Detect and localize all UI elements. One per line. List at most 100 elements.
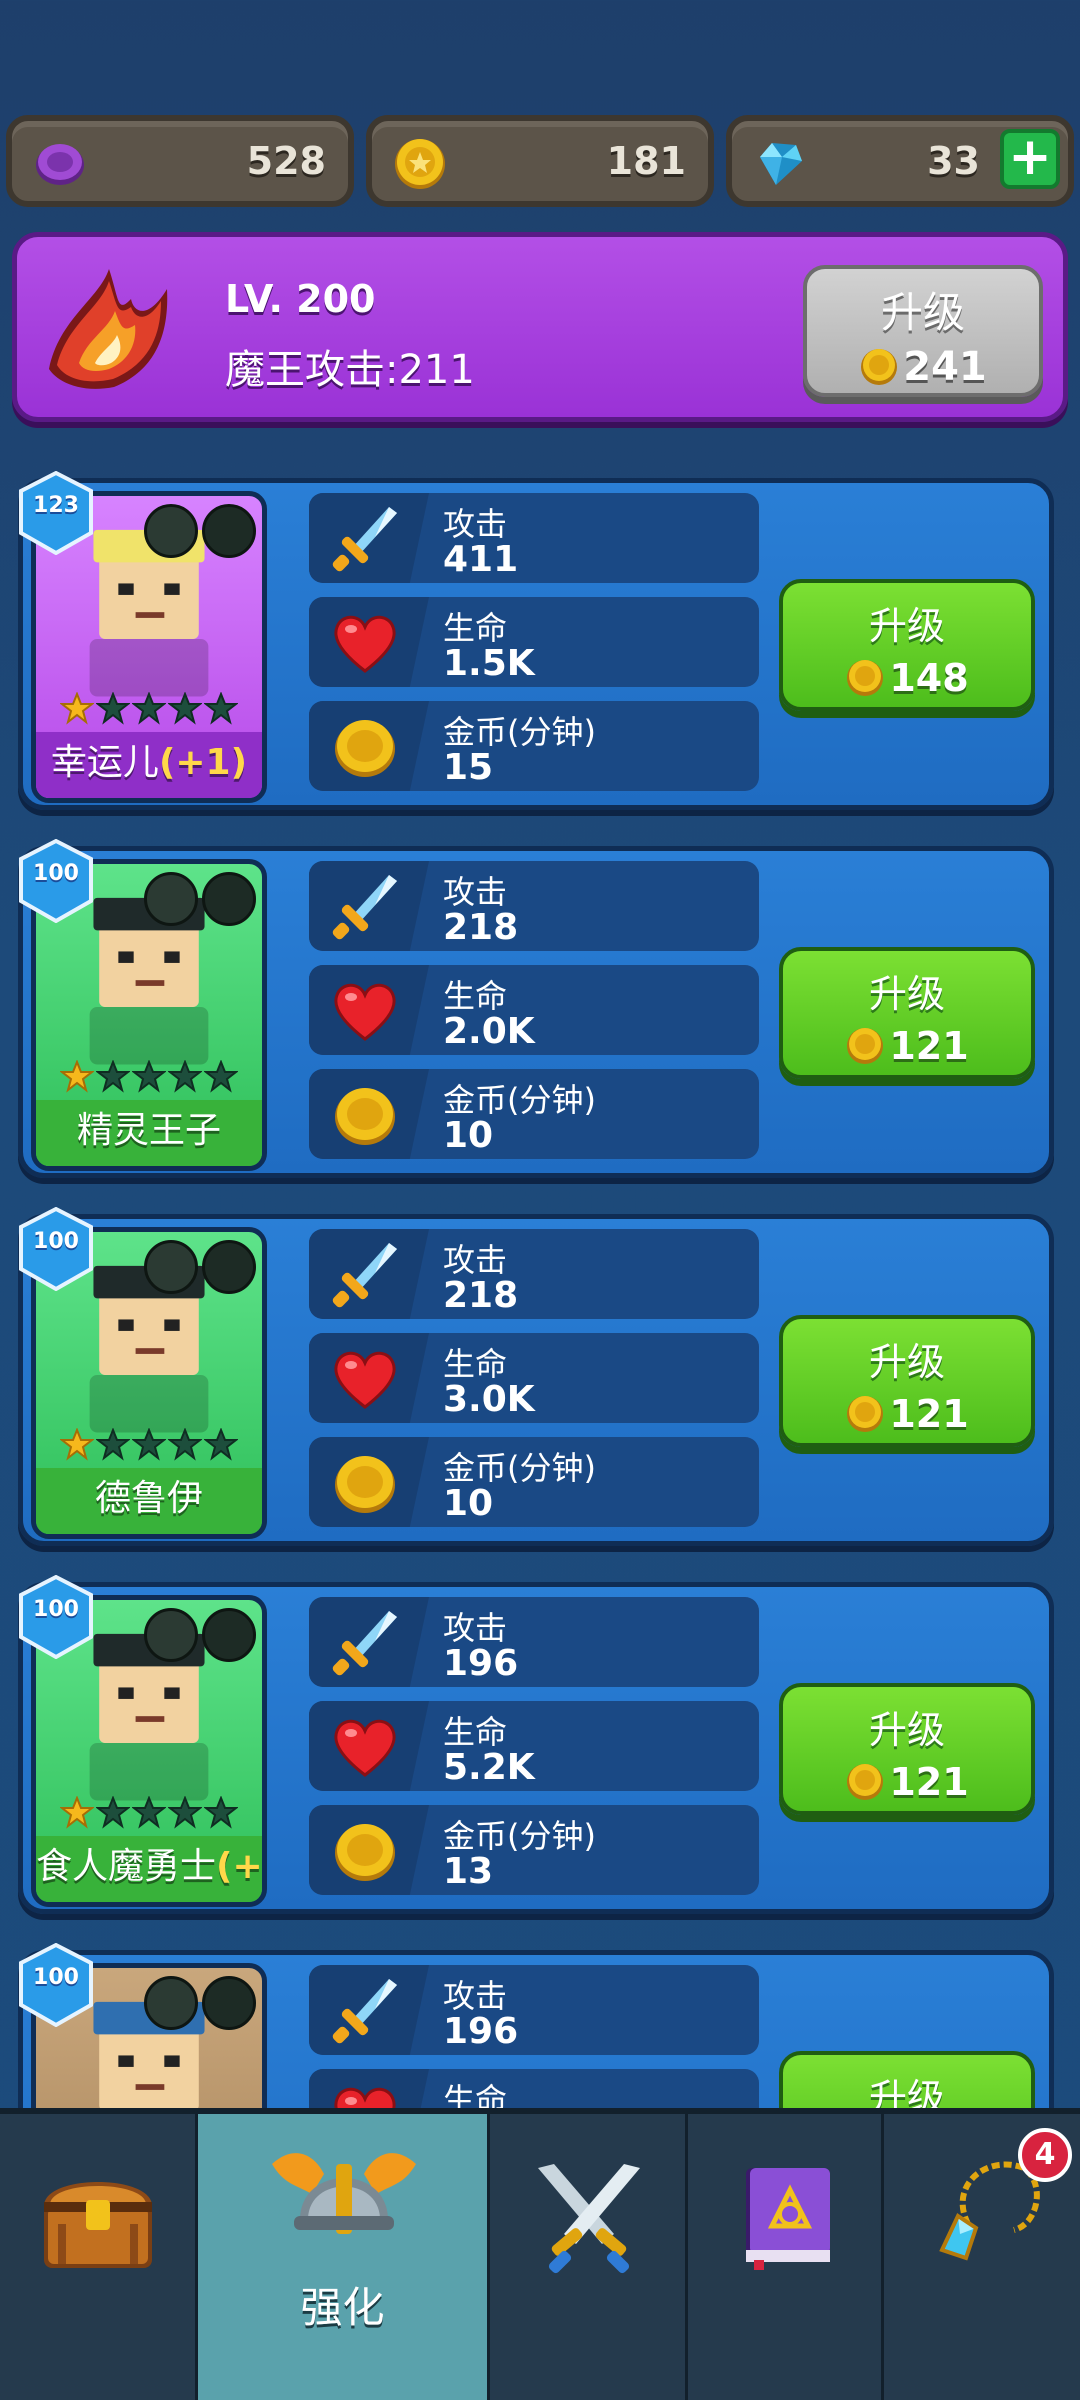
- upgrade-label: 升级: [868, 1340, 945, 1384]
- hero-upgrade-button[interactable]: 升级 121: [779, 1315, 1035, 1447]
- hp-value: 3.0K: [443, 1379, 535, 1420]
- stat-hp: 生命 2.0K: [309, 965, 759, 1055]
- upgrade-label: 升级: [868, 1708, 945, 1752]
- upgrade-label: 升级: [868, 604, 945, 648]
- hero-name: 精灵王子: [36, 1100, 262, 1166]
- tab-amulet[interactable]: 4: [884, 2114, 1080, 2400]
- star-empty-icon: [203, 1059, 239, 1093]
- coin-icon: [847, 1764, 884, 1800]
- star-empty-icon: [167, 691, 203, 725]
- stat-attack: 攻击 411: [309, 493, 759, 583]
- hero-stars: [59, 1795, 240, 1832]
- stat-attack: 攻击 196: [309, 1597, 759, 1687]
- gold-value: 15: [443, 747, 494, 788]
- gold-value: 13: [443, 1851, 494, 1892]
- resource-gold: 181: [366, 115, 714, 207]
- weapon-type-icon: [202, 1240, 256, 1294]
- boss-upgrade-button[interactable]: 升级 241: [803, 265, 1043, 397]
- stat-attack: 攻击 218: [309, 861, 759, 951]
- notification-badge: 4: [1018, 2128, 1072, 2182]
- tab-upgrade-label: 强化: [300, 2283, 385, 2332]
- attack-value: 218: [443, 1275, 519, 1316]
- class-icon: [144, 1240, 198, 1294]
- gold-value: 10: [443, 1115, 494, 1156]
- hero-card: 德鲁伊 100 攻击 218 生命 3.0K 金币(分钟) 10 升级 121: [18, 1207, 1054, 1546]
- crossed-swords-icon: [538, 2164, 640, 2274]
- tab-battle[interactable]: [490, 2114, 688, 2400]
- resource-diamond: 33 +: [726, 115, 1074, 207]
- level-badge-icon: [19, 839, 93, 923]
- gold-count: 181: [606, 139, 686, 183]
- hero-upgrade-button[interactable]: 升级 121: [779, 947, 1035, 1079]
- hp-value: 5.2K: [443, 1747, 535, 1788]
- attack-value: 411: [443, 539, 519, 580]
- weapon-type-icon: [202, 1608, 256, 1662]
- star-filled-icon: [59, 1427, 95, 1461]
- hero-name: 幸运儿(+1): [36, 732, 262, 798]
- star-empty-icon: [95, 1059, 131, 1093]
- class-icon: [144, 872, 198, 926]
- attack-value: 218: [443, 907, 519, 948]
- hero-name: 食人魔勇士(+1): [36, 1836, 262, 1902]
- fire-claw-icon: [49, 269, 168, 389]
- gold-coin-icon: [335, 1088, 395, 1145]
- class-icon: [144, 504, 198, 558]
- boss-upgrade-cost: 241: [903, 344, 987, 390]
- attack-value: 196: [443, 1643, 519, 1684]
- add-diamond-button[interactable]: +: [1000, 129, 1060, 189]
- purple-gem-icon: [36, 144, 84, 185]
- tab-upgrade[interactable]: 强化: [198, 2114, 490, 2400]
- boss-attack: 魔王攻击:211: [225, 347, 475, 393]
- gold-coin-icon: [395, 139, 445, 189]
- stat-hp: 生命 1.5K: [309, 597, 759, 687]
- weapon-type-icon: [202, 504, 256, 558]
- star-filled-icon: [59, 691, 95, 725]
- hero-stars: [59, 1427, 240, 1464]
- hero-name: 德鲁伊: [36, 1468, 262, 1534]
- star-empty-icon: [95, 1427, 131, 1461]
- upgrade-cost: 148: [889, 656, 969, 700]
- stat-gold-per-minute: 金币(分钟) 13: [309, 1805, 759, 1895]
- attack-value: 196: [443, 2011, 519, 2052]
- resource-purple-gem: 528: [6, 115, 354, 207]
- star-empty-icon: [167, 1427, 203, 1461]
- sword-icon: [332, 1979, 397, 2044]
- gold-coin-icon: [335, 1824, 395, 1881]
- hero-card: 精灵王子 100 攻击 218 生命 2.0K 金币(分钟) 10 升级 121: [18, 839, 1054, 1178]
- hero-upgrade-button[interactable]: 升级 148: [779, 579, 1035, 711]
- gold-coin-icon: [335, 1456, 395, 1513]
- level-badge-icon: [19, 1575, 93, 1659]
- treasure-chest-icon: [44, 2182, 152, 2268]
- star-empty-icon: [131, 1795, 167, 1829]
- hp-value: 2.0K: [443, 1011, 535, 1052]
- upgrade-cost: 121: [889, 1392, 969, 1436]
- coin-icon: [847, 1028, 884, 1064]
- heart-icon: [334, 1719, 396, 1777]
- sword-icon: [332, 507, 397, 572]
- stat-gold-per-minute: 金币(分钟) 15: [309, 701, 759, 791]
- hero-card: 食人魔勇士(+1) 100 攻击 196: [18, 1575, 1054, 1914]
- stat-hp: 生命 5.2K: [309, 1701, 759, 1791]
- star-empty-icon: [203, 691, 239, 725]
- star-filled-icon: [59, 1795, 95, 1829]
- star-empty-icon: [203, 1427, 239, 1461]
- star-empty-icon: [167, 1795, 203, 1829]
- heart-icon: [334, 1351, 396, 1409]
- heart-icon: [334, 983, 396, 1041]
- boss-level: LV. 200: [225, 277, 376, 321]
- hp-value: 1.5K: [443, 643, 535, 684]
- coin-icon: [847, 1396, 884, 1432]
- star-empty-icon: [95, 1795, 131, 1829]
- sword-icon: [332, 875, 397, 940]
- tab-treasure[interactable]: [0, 2114, 198, 2400]
- stat-hp: 生命 3.0K: [309, 1333, 759, 1423]
- level-badge-icon: [19, 1207, 93, 1291]
- spellbook-icon: [746, 2168, 830, 2270]
- hero-upgrade-button[interactable]: 升级 121: [779, 1683, 1035, 1815]
- level-badge-icon: [19, 471, 93, 555]
- gold-value: 10: [443, 1483, 494, 1524]
- stat-gold-per-minute: 金币(分钟) 10: [309, 1437, 759, 1527]
- tab-spellbook[interactable]: [688, 2114, 884, 2400]
- bottom-nav: 强化 4: [0, 2108, 1080, 2400]
- diamond-count: 33: [927, 139, 980, 183]
